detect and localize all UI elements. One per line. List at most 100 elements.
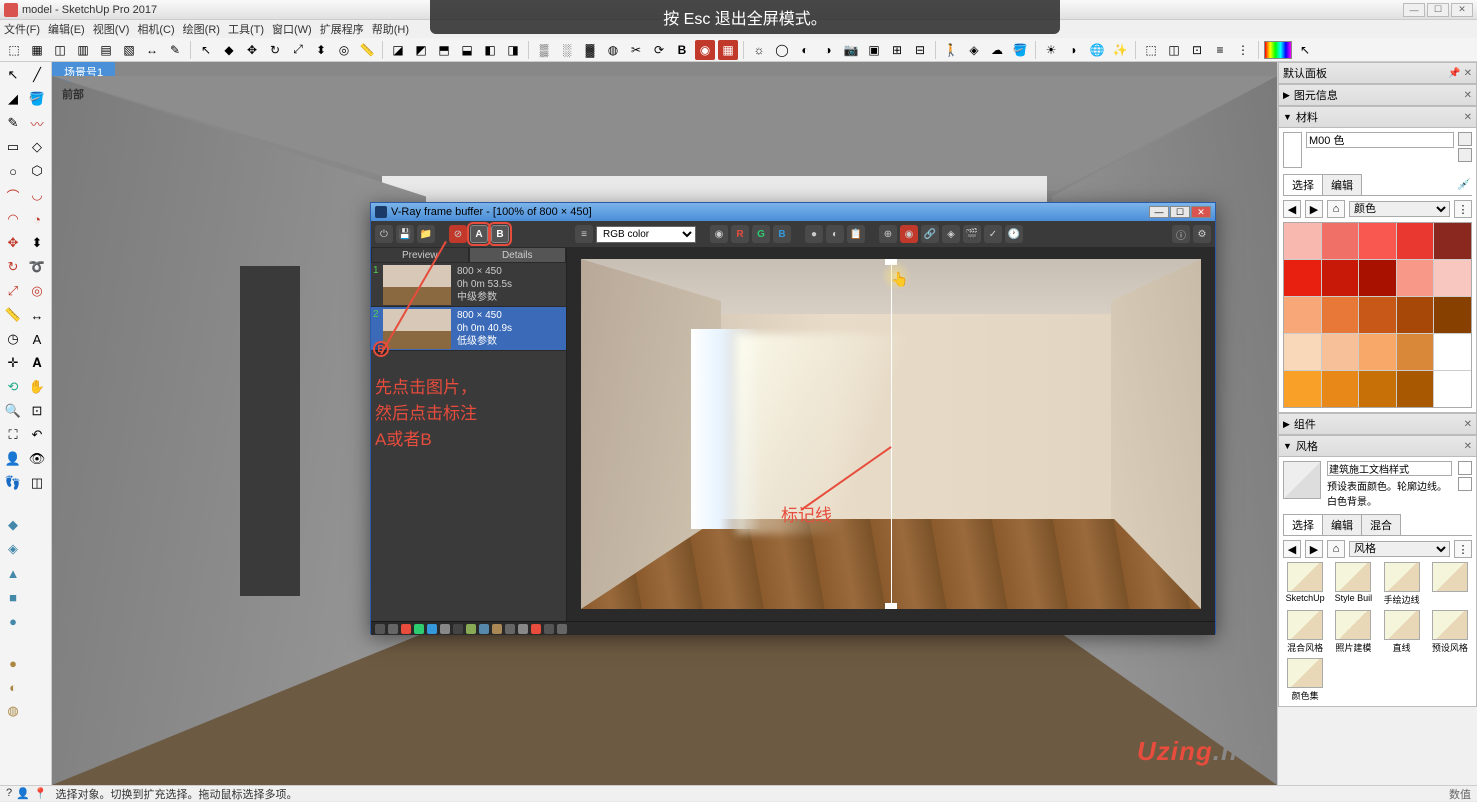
style-nav-home-icon[interactable]: ⌂ (1327, 540, 1345, 558)
color-swatch[interactable] (1359, 260, 1396, 296)
tb-text-icon[interactable]: ✎ (165, 40, 185, 60)
style-item[interactable] (1428, 562, 1472, 606)
style-nav-back-icon[interactable]: ◀ (1283, 540, 1301, 558)
vfb-compare-b-button[interactable]: B (491, 225, 509, 243)
color-swatch[interactable] (1397, 260, 1434, 296)
components-header[interactable]: ▶组件✕ (1278, 413, 1477, 435)
look-tool-icon[interactable]: 👁 (26, 448, 48, 470)
pan-tool-icon[interactable]: ✋ (26, 376, 48, 398)
tb-sandbox6-icon[interactable]: ⟳ (649, 40, 669, 60)
color-swatch[interactable] (1434, 223, 1471, 259)
tb-render8-icon[interactable]: ⊟ (910, 40, 930, 60)
vfb-mono-icon[interactable]: ● (805, 225, 823, 243)
vfb-titlebar[interactable]: V-Ray frame buffer - [100% of 800 × 450]… (371, 203, 1215, 221)
vfb-history-item-1[interactable]: 1 800 × 450 0h 0m 53.5s 中级参数 (371, 263, 566, 307)
style-item[interactable]: SketchUp (1283, 562, 1327, 606)
color-swatch[interactable] (1434, 297, 1471, 333)
vfb-g-button[interactable]: G (752, 225, 770, 243)
color-swatch[interactable] (1284, 260, 1321, 296)
tb-back-icon[interactable]: ▤ (96, 40, 116, 60)
move-tool-icon[interactable]: ✥ (2, 232, 24, 254)
color-swatch[interactable] (1397, 334, 1434, 370)
style-item[interactable]: 照片建模 (1331, 610, 1375, 654)
shape2-icon[interactable]: ◈ (2, 538, 24, 560)
shape5-icon[interactable]: ● (2, 610, 24, 632)
vfb-track-icon[interactable]: ⊕ (879, 225, 897, 243)
nav-back-icon[interactable]: ◀ (1283, 200, 1301, 218)
paint-tool-icon[interactable]: 🪣 (26, 88, 48, 110)
vfb-channel-select[interactable]: RGB color (596, 226, 696, 243)
color-swatch[interactable] (1434, 334, 1471, 370)
styles-tab-mix[interactable]: 混合 (1361, 514, 1401, 535)
menu-edit[interactable]: 编辑(E) (48, 21, 85, 37)
tb-left-icon[interactable]: ▧ (119, 40, 139, 60)
sb-user-icon[interactable]: 👤 (16, 787, 30, 800)
tb-solid6-icon[interactable]: ◨ (503, 40, 523, 60)
viewport-3d[interactable]: 场景号1 前部 V-Ray frame buffer - [100% of 80… (52, 62, 1277, 785)
tb-layer4-icon[interactable]: ≡ (1210, 40, 1230, 60)
tb-globe-icon[interactable]: 🌐 (1087, 40, 1107, 60)
color-swatch[interactable] (1397, 297, 1434, 333)
styles-tab-edit[interactable]: 编辑 (1322, 514, 1362, 535)
tb-right-icon[interactable]: ▥ (73, 40, 93, 60)
shape1-icon[interactable]: ◆ (2, 514, 24, 536)
vfb-info-icon[interactable]: ⓘ (1172, 225, 1190, 243)
menu-tools[interactable]: 工具(T) (228, 21, 264, 37)
arc-tool-icon[interactable]: ⌒ (2, 184, 24, 206)
tb-vray1-icon[interactable]: ◉ (695, 40, 715, 60)
vfb-maximize-button[interactable]: ☐ (1170, 206, 1190, 218)
style-category-select[interactable]: 风格 (1349, 541, 1450, 557)
color-swatch[interactable] (1359, 223, 1396, 259)
vfb-tab-details[interactable]: Details (469, 247, 567, 263)
freehand-tool-icon[interactable]: 〰 (26, 112, 48, 134)
window-maximize-button[interactable]: ☐ (1427, 3, 1449, 17)
color-swatch[interactable] (1397, 371, 1434, 407)
vfb-close-button[interactable]: ✕ (1191, 206, 1211, 218)
tb-person-icon[interactable]: 🚶 (941, 40, 961, 60)
orbit-tool-icon[interactable]: ⟲ (2, 376, 24, 398)
color-swatch[interactable] (1359, 371, 1396, 407)
tb-sandbox1-icon[interactable]: ▒ (534, 40, 554, 60)
axes-tool-icon[interactable]: ✛ (2, 352, 24, 374)
menu-camera[interactable]: 相机(C) (137, 21, 174, 37)
current-material-swatch[interactable] (1283, 132, 1302, 168)
tape-tool-icon[interactable]: 📏 (2, 304, 24, 326)
tb-select-icon[interactable]: ↖ (196, 40, 216, 60)
materials-tab-select[interactable]: 选择 (1283, 174, 1323, 195)
tb-solid2-icon[interactable]: ◩ (411, 40, 431, 60)
vfb-lens-icon[interactable]: 🎬 (963, 225, 981, 243)
vfb-alpha-icon[interactable]: ◐ (826, 225, 844, 243)
vfb-minimize-button[interactable]: — (1149, 206, 1169, 218)
tb-layer1-icon[interactable]: ⬚ (1141, 40, 1161, 60)
tb-dim-icon[interactable]: ↔ (142, 40, 162, 60)
style-item[interactable]: 手绘边线 (1380, 562, 1424, 606)
tb-component-icon[interactable]: ◈ (964, 40, 984, 60)
vfb-clear-icon[interactable]: ⊘ (449, 225, 467, 243)
entity-info-header[interactable]: ▶图元信息✕ (1278, 84, 1477, 106)
tb-render6-icon[interactable]: ▣ (864, 40, 884, 60)
shape4-icon[interactable]: ■ (2, 586, 24, 608)
current-style-thumb[interactable] (1283, 461, 1321, 499)
tb-layer5-icon[interactable]: ⋮ (1233, 40, 1253, 60)
eyedropper-icon[interactable]: 💉 (1456, 174, 1472, 195)
tb-render2-icon[interactable]: ◯ (772, 40, 792, 60)
vray-sphere-icon[interactable]: ● (2, 652, 24, 674)
color-swatch[interactable] (1284, 297, 1321, 333)
circle-tool-icon[interactable]: ○ (2, 160, 24, 182)
vfb-tab-preview[interactable]: Preview (371, 247, 469, 263)
window-minimize-button[interactable]: — (1403, 3, 1425, 17)
material-category-select[interactable]: 颜色 (1349, 201, 1450, 217)
tb-render3-icon[interactable]: ◐ (795, 40, 815, 60)
tb-sandbox3-icon[interactable]: ▓ (580, 40, 600, 60)
material-create-icon[interactable] (1458, 132, 1472, 146)
pushpull-tool-icon[interactable]: ⬍ (26, 232, 48, 254)
vfb-load-icon[interactable]: 📁 (417, 225, 435, 243)
style-create-icon[interactable] (1458, 477, 1472, 491)
rect-tool-icon[interactable]: ▭ (2, 136, 24, 158)
styles-tab-select[interactable]: 选择 (1283, 514, 1323, 535)
color-swatch[interactable] (1322, 297, 1359, 333)
tb-solid1-icon[interactable]: ◪ (388, 40, 408, 60)
color-swatch[interactable] (1397, 223, 1434, 259)
window-close-button[interactable]: ✕ (1451, 3, 1473, 17)
tray-header[interactable]: 默认面板📌 ✕ (1278, 62, 1477, 84)
